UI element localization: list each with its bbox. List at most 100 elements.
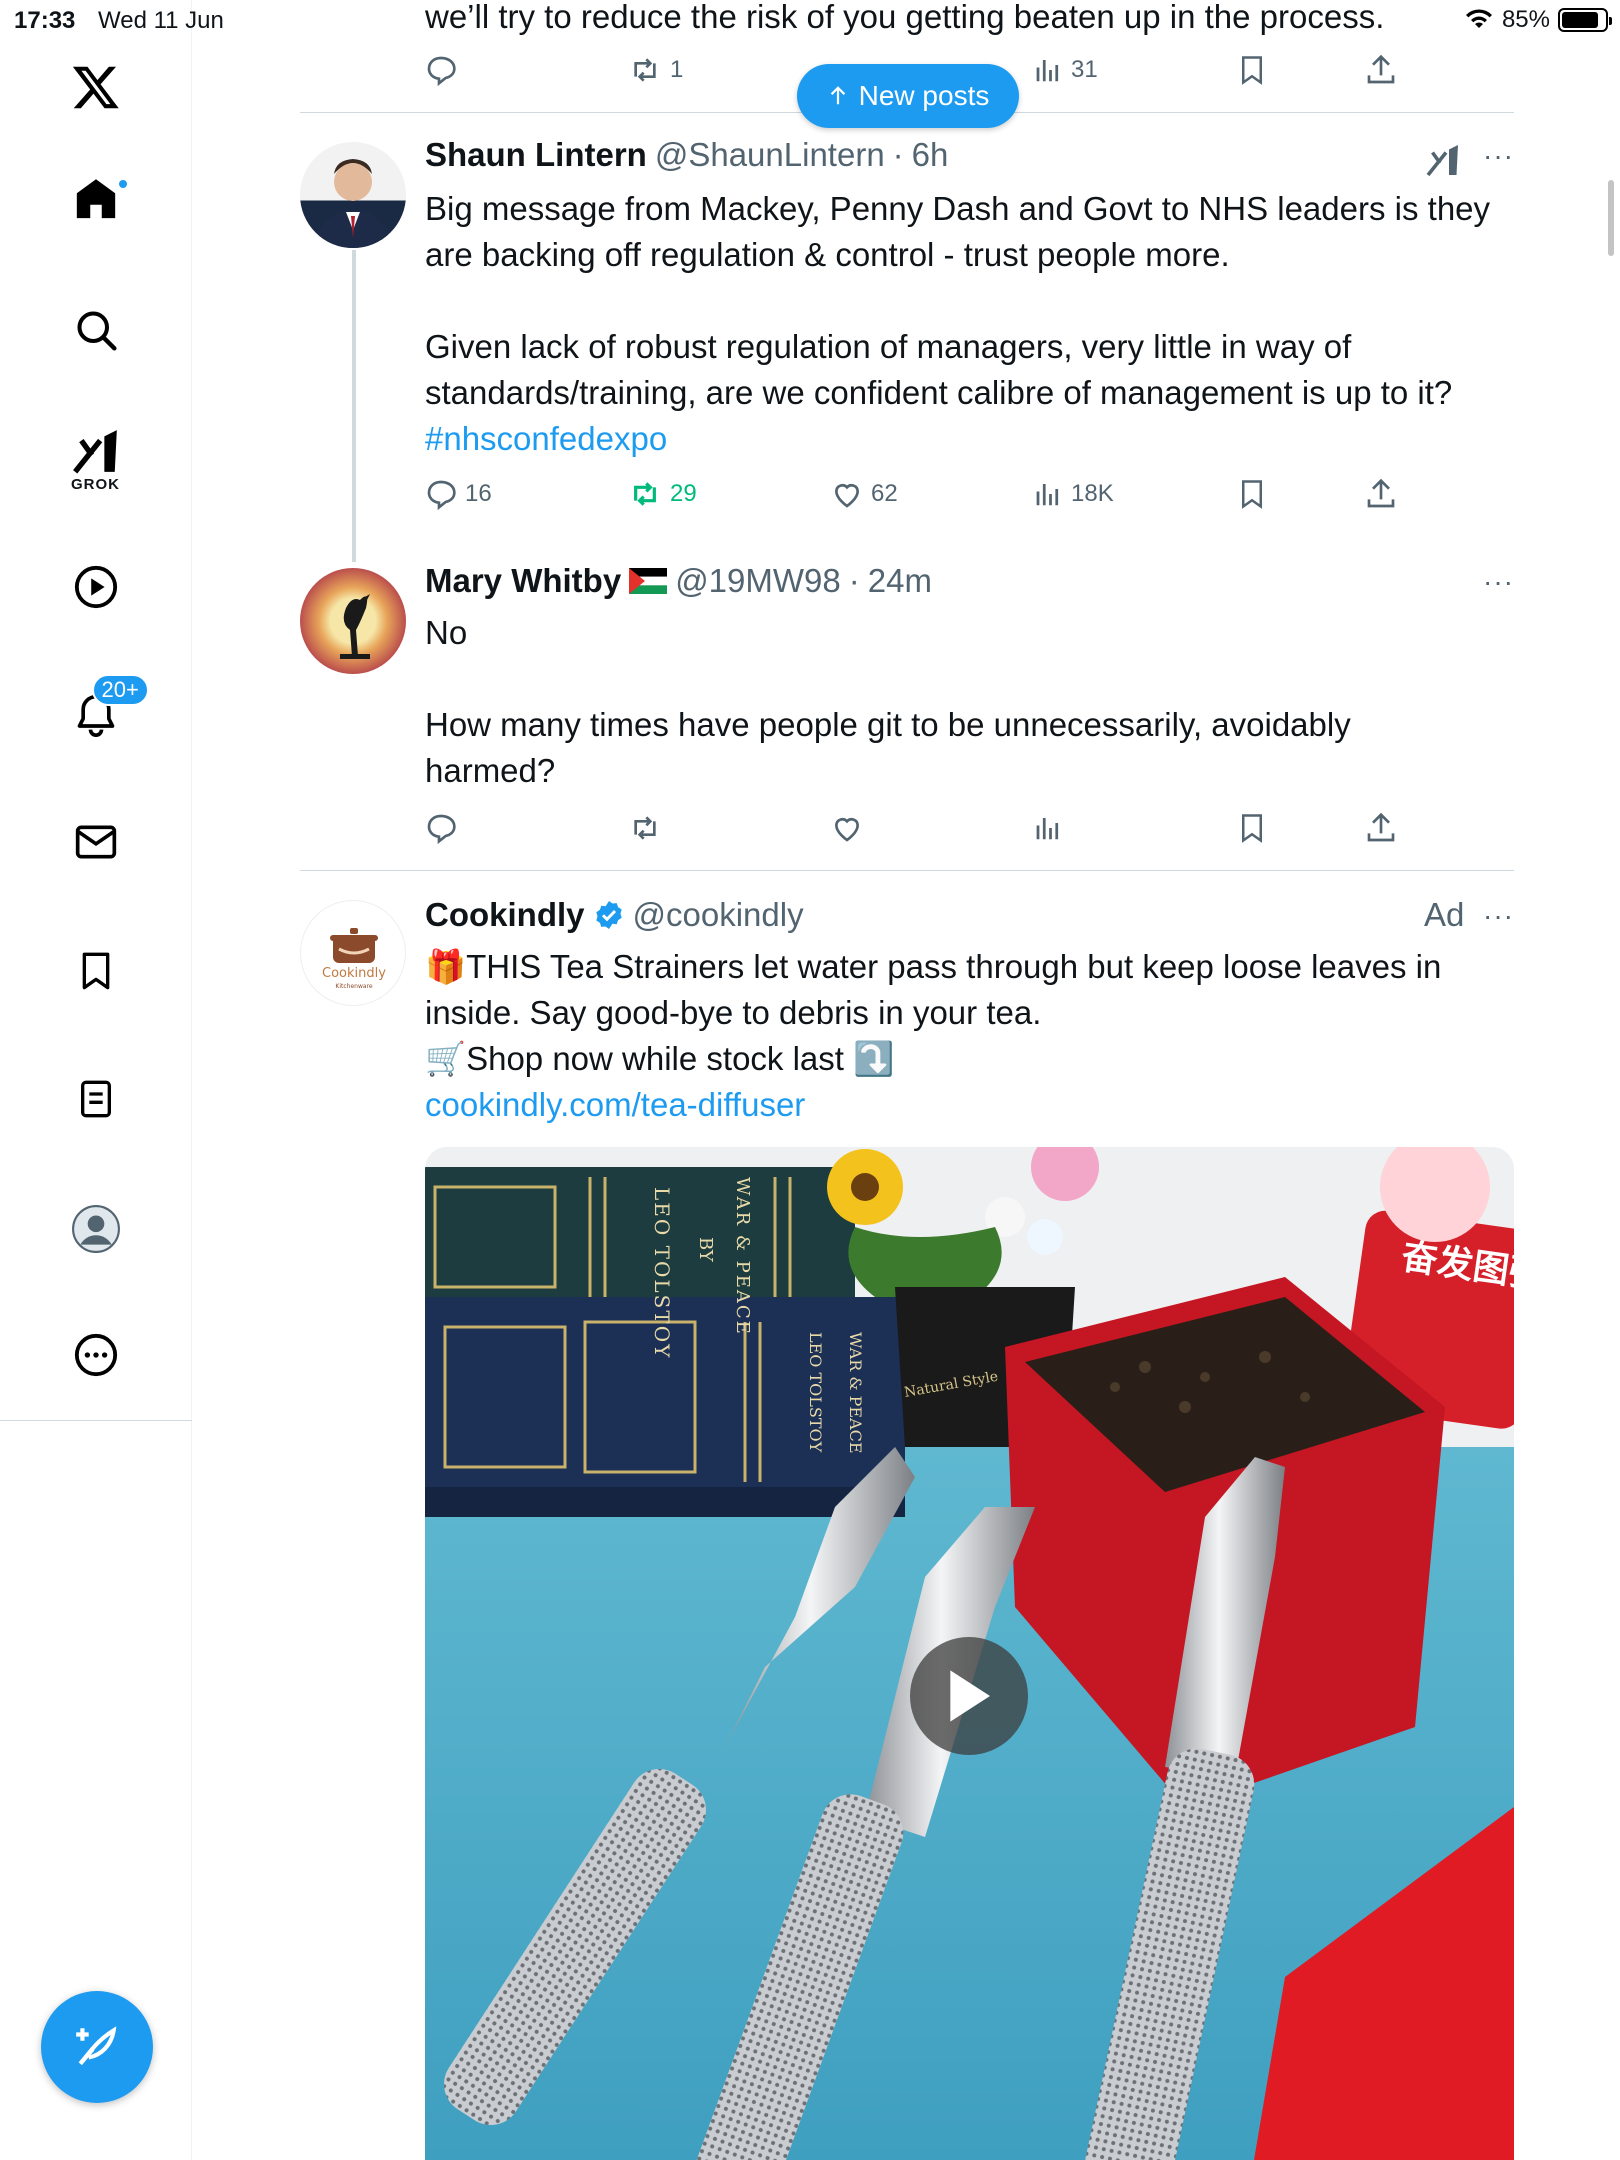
views-icon [1036,818,1059,840]
bookmark-button[interactable] [1237,54,1267,86]
avatar[interactable] [300,142,406,248]
display-name[interactable]: Cookindly [425,896,585,934]
share-button[interactable] [1365,812,1397,844]
share-button[interactable] [1365,54,1397,86]
handle[interactable]: @cookindly [633,896,804,934]
sidebar-item-messages[interactable] [73,820,119,864]
views-button[interactable]: 31 [1033,54,1098,86]
avatar[interactable] [300,568,406,674]
tweet-line: Big message from Mackey, Penny Dash and … [425,190,1491,227]
like-count: 62 [871,480,898,507]
verified-badge-icon [595,901,622,929]
bookmark-icon [1242,56,1262,85]
compose-button[interactable] [41,1991,153,2103]
palestine-flag-icon [629,568,668,594]
book2-spine-title: WAR & PEACE [846,1332,865,1454]
book-spine-by: BY [695,1237,716,1263]
video-play-icon [74,565,117,609]
sidebar: GROK 20+ [0,0,192,2160]
reply-icon [427,814,456,844]
views-icon [1036,60,1059,82]
reply-button[interactable] [425,812,457,844]
battery-percent: 85% [1501,6,1550,33]
bookmark-icon [82,952,109,990]
status-right: 85% [1464,6,1612,34]
battery-icon [1558,8,1612,32]
views-count: 18K [1071,480,1114,507]
display-name[interactable]: Mary Whitby [425,562,621,600]
sidebar-item-bookmarks[interactable] [76,948,116,994]
sidebar-item-notifications[interactable]: 20+ [74,674,149,738]
repost-count: 29 [670,480,697,507]
repost-button[interactable] [628,812,662,844]
ad-label: Ad [1424,896,1465,933]
reply-count: 16 [465,480,492,507]
reply-icon [427,56,456,86]
grok-icon [72,430,117,474]
sidebar-item-home[interactable] [73,176,129,222]
sidebar-item-grok[interactable]: GROK [71,428,121,493]
play-button[interactable] [910,1637,1028,1755]
sidebar-item-search[interactable] [74,308,118,352]
home-icon [76,179,115,219]
tweet-actions: 16 29 62 18K [425,478,1425,522]
bookmark-button[interactable] [1237,812,1267,844]
repost-icon [634,816,656,840]
handle[interactable]: @19MW98 [675,562,841,600]
bookmark-button[interactable] [1237,478,1267,510]
tweet-line: inside. Say good-bye to debris in your t… [425,994,1042,1031]
like-button[interactable] [831,812,863,844]
share-icon [1367,54,1395,84]
grok-icon[interactable] [1425,142,1461,178]
lists-icon [80,1080,111,1118]
bookmark-icon [1242,814,1262,843]
tweet-text: 🎁THIS Tea Strainers let water pass throu… [425,944,1515,1128]
compose-feather-icon [76,2026,117,2066]
ad-link[interactable]: cookindly.com/tea-diffuser [425,1082,1515,1128]
tweet-header: Mary Whitby @19MW98 · 24m [425,562,932,600]
display-name[interactable]: Shaun Lintern [425,136,647,174]
views-count: 31 [1071,56,1098,83]
bookmark-icon [1242,480,1262,509]
more-options-icon[interactable]: ··· [1483,566,1514,598]
wifi-icon [1465,9,1492,28]
tweet-line: Given lack of robust regulation of manag… [425,328,1352,365]
search-icon [76,311,117,351]
more-options-icon[interactable]: ··· [1483,900,1514,932]
more-options-icon[interactable]: ··· [1483,140,1514,172]
sidebar-item-more[interactable] [73,1332,119,1378]
views-button[interactable] [1033,812,1063,844]
status-time: 17:33 [14,7,76,34]
grok-label: GROK [71,476,120,493]
tweet-header: Cookindly @cookindly [425,896,804,934]
tweet-actions [425,812,1425,856]
timestamp[interactable]: 6h [912,136,949,174]
repost-button[interactable]: 1 [628,54,683,86]
tweet-line: are backing off regulation & control - t… [425,236,1230,273]
new-posts-button[interactable]: New posts [797,64,1019,128]
timestamp[interactable]: 24m [868,562,932,600]
repost-button[interactable]: 29 [628,478,697,510]
tweet-text: No How many times have people git to be … [425,610,1515,794]
reply-button[interactable] [425,54,457,86]
sidebar-item-profile[interactable] [71,1204,121,1254]
tweet-text: Big message from Mackey, Penny Dash and … [425,186,1515,462]
views-button[interactable]: 18K [1033,478,1114,510]
sidebar-item-lists[interactable] [76,1076,116,1122]
video-thumbnail[interactable]: LEO TOLSTOY BY WAR & PEACE WAR & PEACE L… [425,1147,1514,2160]
book-spine-author: LEO TOLSTOY [650,1187,674,1359]
sidebar-item-video[interactable] [73,564,119,610]
status-date: Wed 11 Jun [98,7,224,34]
scrollbar[interactable] [1608,180,1614,256]
reply-button[interactable]: 16 [425,478,492,510]
avatar[interactable]: Cookindly Kitchenware [300,900,406,1006]
handle[interactable]: @ShaunLintern [655,136,885,174]
hashtag-link[interactable]: #nhsconfedexpo [425,416,1515,462]
profile-icon [71,1205,120,1253]
like-button[interactable]: 62 [831,478,898,510]
share-button[interactable] [1365,478,1397,510]
repost-count: 1 [670,56,684,83]
x-logo-icon[interactable] [70,62,122,112]
